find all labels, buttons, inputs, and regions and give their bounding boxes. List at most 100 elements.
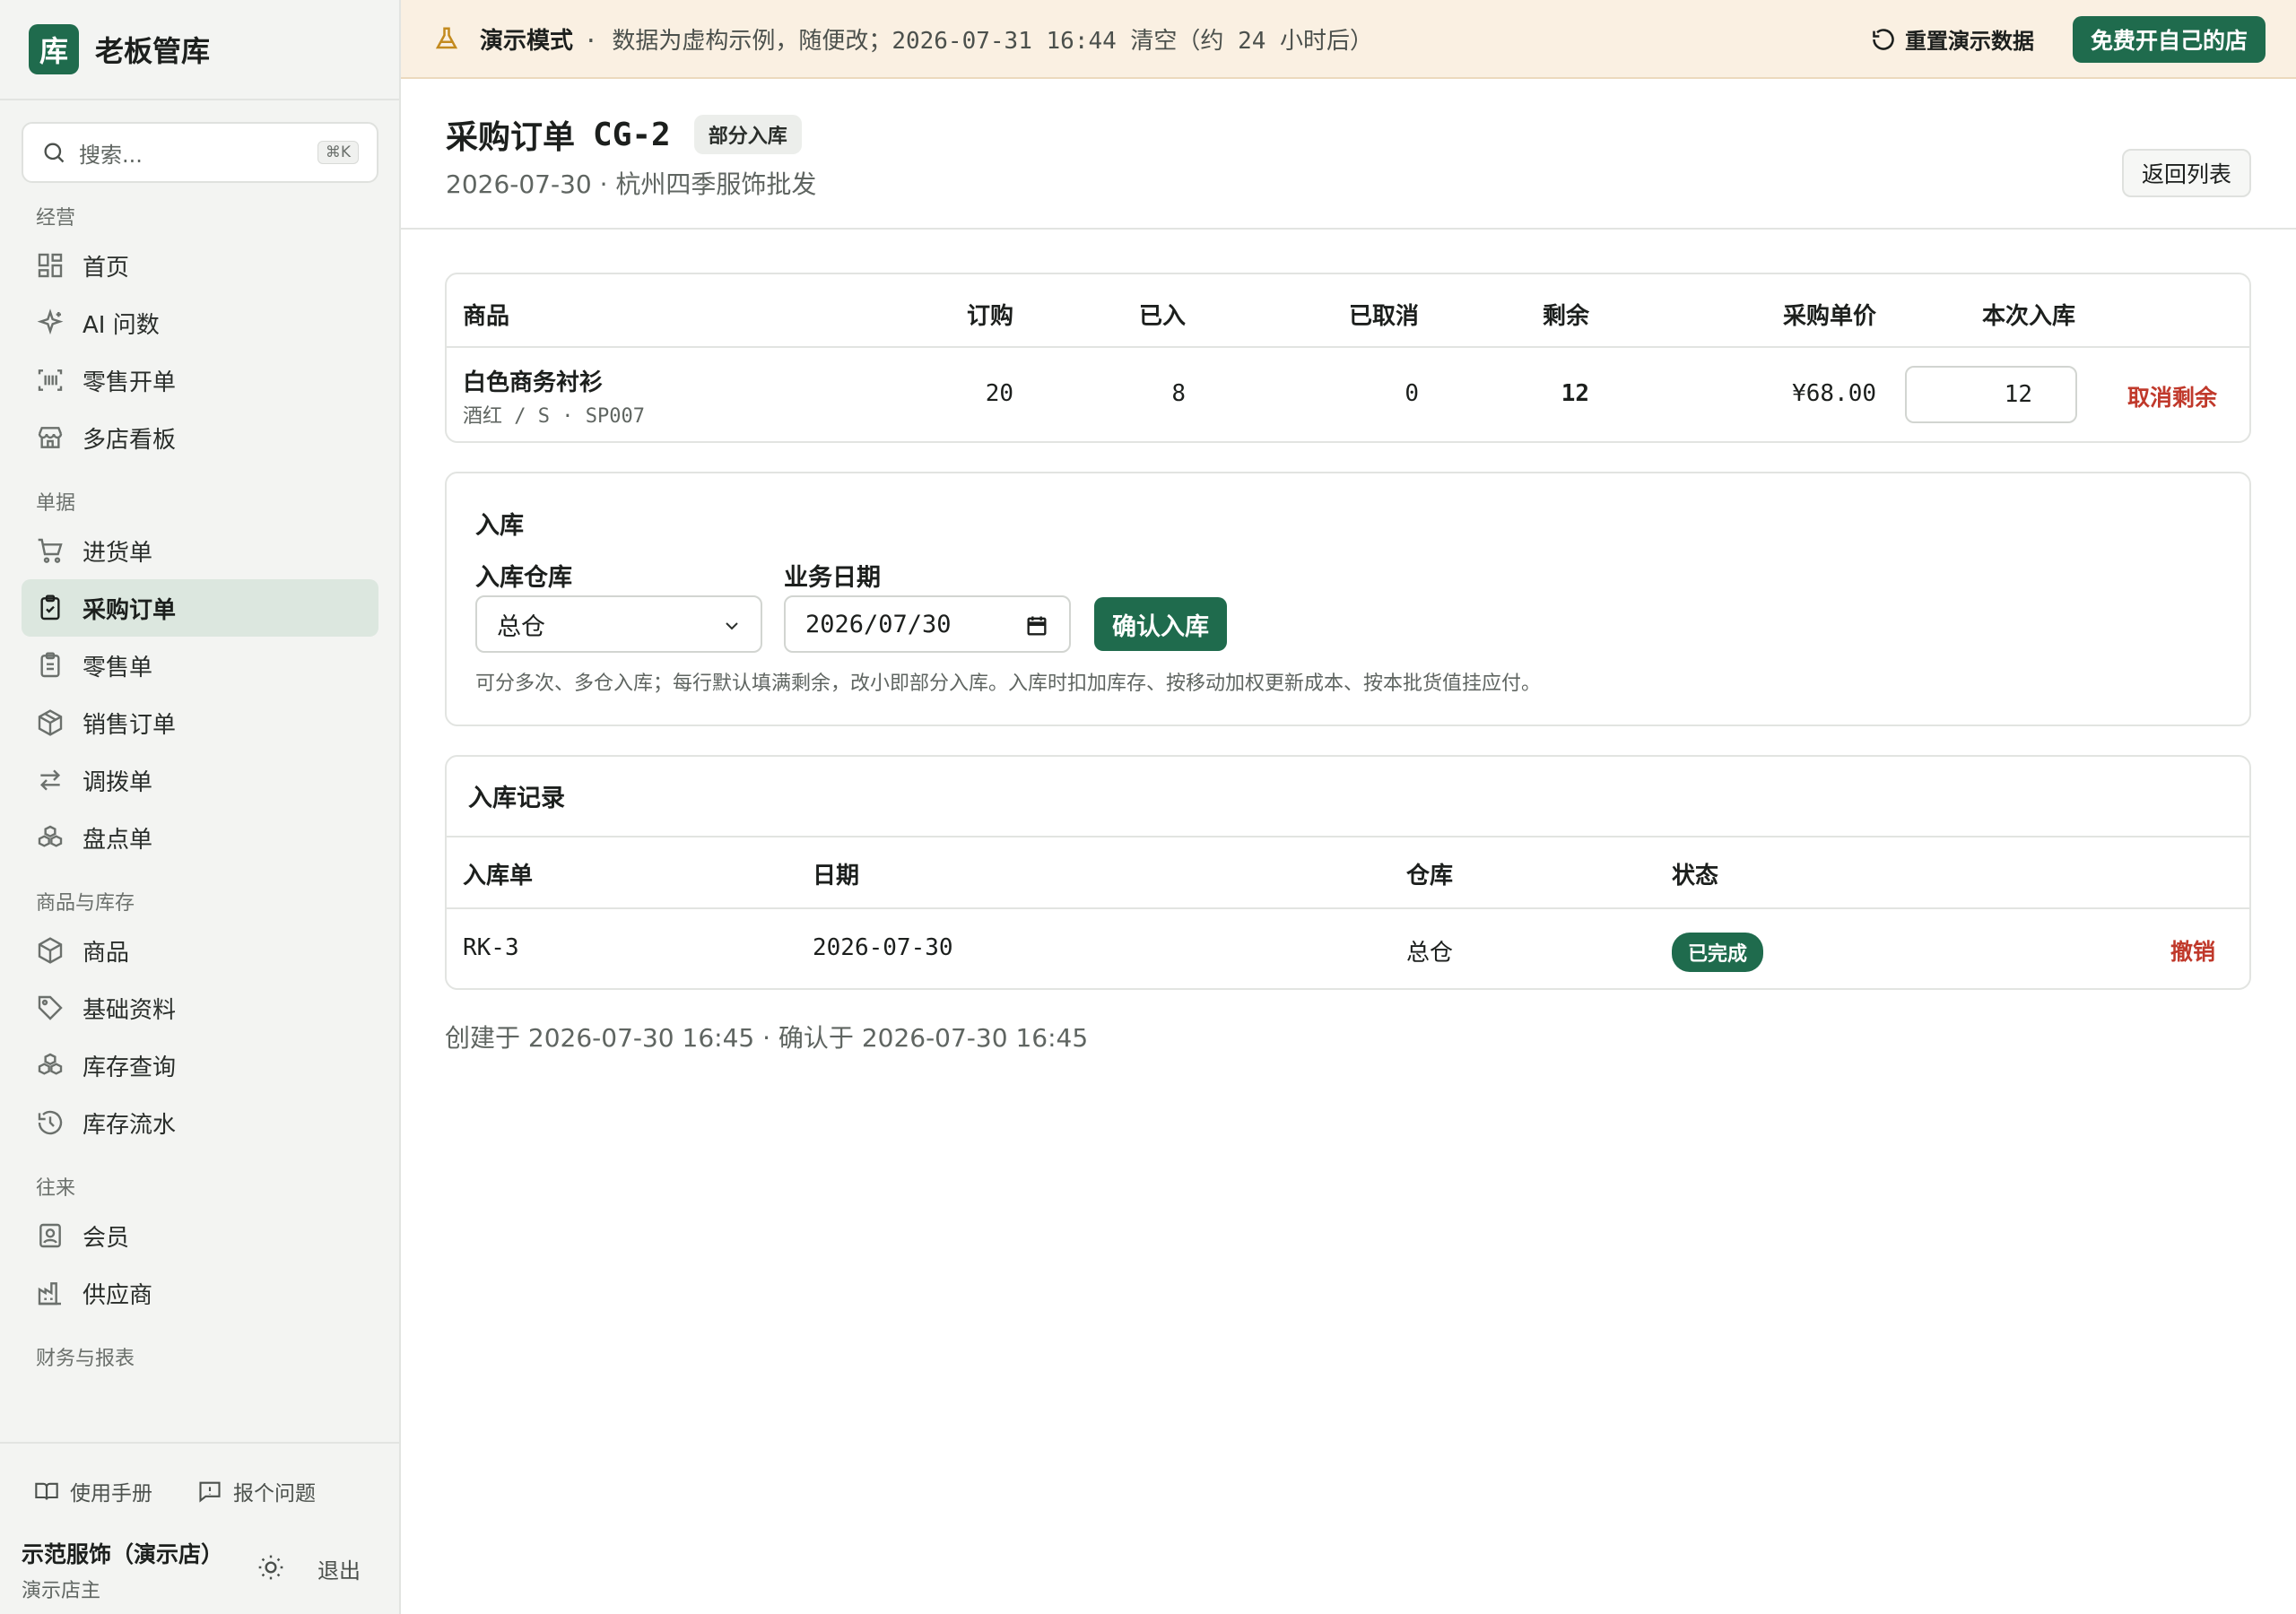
received-qty: 8 <box>1171 380 1186 407</box>
sidebar-item-stock-query[interactable]: 库存查询 <box>22 1037 378 1094</box>
nav-group-title: 财务与报表 <box>36 1348 135 1370</box>
table-divider <box>447 907 2249 909</box>
sidebar-item-stock-ledger[interactable]: 库存流水 <box>22 1094 378 1151</box>
sidebar-item-transfer[interactable]: 调拨单 <box>22 751 378 809</box>
sidebar-item-retail-pos[interactable]: 零售开单 <box>22 351 378 409</box>
user-name: 示范服饰（演示店） <box>22 1541 224 1567</box>
warehouse-value: 总仓 <box>497 612 545 641</box>
brand-logo: 库 <box>29 24 79 74</box>
sidebar-item-products[interactable]: 商品 <box>22 922 378 979</box>
factory-icon <box>38 1282 61 1306</box>
sidebar-item-stocktake[interactable]: 盘点单 <box>22 809 378 866</box>
sidebar-item-label: 采购订单 <box>83 596 177 624</box>
sidebar-item-purchase-order[interactable]: 采购订单 <box>22 579 378 637</box>
sidebar-nav: 经营 首页 AI 问数 零售开单 多店看板 单据 进货单 采购订单 零售单 销售… <box>22 201 378 1377</box>
banner-title: 演示模式 <box>480 27 574 55</box>
confirm-stock-in-button[interactable]: 确认入库 <box>1094 597 1227 651</box>
flask-icon <box>435 27 458 49</box>
unit-price: ¥68.00 <box>1792 380 1876 407</box>
sidebar-item-label: 进货单 <box>83 539 153 567</box>
sidebar-item-home[interactable]: 首页 <box>22 237 378 294</box>
column-header: 商品 <box>463 303 510 330</box>
stock-in-records-card: 入库记录 入库单 日期 仓库 状态 RK-3 2026-07-30 总仓 已完成… <box>445 755 2251 990</box>
page-title-text: 采购订单 <box>446 119 576 156</box>
search-input[interactable]: 搜索... ⌘K <box>22 122 378 183</box>
nav-group-title: 商品与库存 <box>36 892 135 915</box>
sidebar-item-retail-order[interactable]: 零售单 <box>22 637 378 694</box>
brand[interactable]: 库 老板管库 <box>0 0 399 100</box>
receive-qty-input[interactable]: 12 <box>1905 366 2077 423</box>
sidebar-item-master-data[interactable]: 基础资料 <box>22 979 378 1037</box>
column-header: 已取消 <box>1348 303 1419 330</box>
sidebar-item-label: 库存流水 <box>83 1111 177 1139</box>
demo-banner: 演示模式 · 数据为虚构示例，随便改；2026-07-31 16:44 清空（约… <box>401 0 2296 79</box>
package-icon <box>38 709 63 736</box>
order-lines-card: 商品 订购 已入 已取消 剩余 采购单价 本次入库 白色商务衬衫 酒红 / S … <box>445 273 2251 443</box>
message-alert-icon <box>199 1481 221 1503</box>
warehouse-select[interactable]: 总仓 <box>475 595 762 653</box>
search-icon <box>44 143 65 163</box>
column-header: 仓库 <box>1406 863 1454 889</box>
sidebar-item-label: 零售单 <box>83 654 153 681</box>
box-icon <box>38 937 63 964</box>
remaining-qty: 12 <box>1561 380 1589 407</box>
sidebar-item-label: 供应商 <box>83 1281 153 1309</box>
warehouse-label: 入库仓库 <box>475 564 572 592</box>
calendar-icon[interactable] <box>1024 613 1049 638</box>
order-code: CG-2 <box>593 116 671 153</box>
sidebar-item-sales-order[interactable]: 销售订单 <box>22 694 378 751</box>
search-shortcut: ⌘K <box>317 141 359 164</box>
receipt-icon <box>40 652 60 678</box>
reset-demo-button[interactable]: 重置演示数据 <box>1871 23 2034 55</box>
banner-text: · 数据为虚构示例，随便改；2026-07-31 16:44 清空（约 24 小… <box>584 27 1374 55</box>
back-to-list-button[interactable]: 返回列表 <box>2121 149 2251 197</box>
record-date: 2026-07-30 <box>813 934 953 961</box>
sun-icon[interactable] <box>257 1553 285 1582</box>
status-badge: 已完成 <box>1672 933 1764 972</box>
dashboard-icon <box>38 253 63 278</box>
report-issue-link[interactable]: 报个问题 <box>197 1476 316 1506</box>
brand-name: 老板管库 <box>95 34 211 68</box>
manual-label: 使用手册 <box>70 1482 152 1506</box>
sidebar-item-ai[interactable]: AI 问数 <box>22 294 378 351</box>
section-title: 入库记录 <box>468 785 565 812</box>
sidebar-item-members[interactable]: 会员 <box>22 1207 378 1264</box>
nav-group-title: 单据 <box>36 492 76 515</box>
user-role: 演示店主 <box>22 1580 101 1602</box>
barcode-scan-icon <box>38 369 63 391</box>
date-label: 业务日期 <box>784 564 881 592</box>
ordered-qty: 20 <box>985 380 1013 407</box>
sidebar-item-purchase-in[interactable]: 进货单 <box>22 522 378 579</box>
column-header: 本次入库 <box>1981 303 2075 330</box>
sidebar-item-label: 销售订单 <box>83 711 177 739</box>
search-placeholder: 搜索... <box>79 142 143 168</box>
manual-link[interactable]: 使用手册 <box>34 1476 152 1506</box>
business-date-input[interactable]: 2026/07/30 <box>784 595 1071 653</box>
sidebar-footer: 使用手册 报个问题 示范服饰（演示店） 演示店主 退出 <box>0 1442 399 1614</box>
sidebar-item-multi-store[interactable]: 多店看板 <box>22 409 378 466</box>
revoke-button[interactable]: 撤销 <box>2170 934 2215 967</box>
sidebar-item-suppliers[interactable]: 供应商 <box>22 1264 378 1322</box>
stack-icon <box>38 1053 63 1075</box>
page-title: 采购订单 CG-2 部分入库 <box>446 111 802 158</box>
refresh-icon <box>1873 28 1894 50</box>
sidebar-item-label: 首页 <box>83 254 130 282</box>
open-store-button[interactable]: 免费开自己的店 <box>2072 16 2266 63</box>
book-icon <box>35 1482 58 1500</box>
history-icon <box>38 1110 63 1135</box>
page-header: 采购订单 CG-2 部分入库 2026-07-30 · 杭州四季服饰批发 返回列… <box>401 81 2296 230</box>
column-header: 剩余 <box>1542 303 1589 330</box>
sidebar-item-label: 会员 <box>83 1224 130 1252</box>
sidebar-item-label: 盘点单 <box>83 826 153 854</box>
logout-button[interactable]: 退出 <box>317 1553 361 1584</box>
nav-group-title: 经营 <box>36 207 76 230</box>
tag-icon <box>38 995 63 1020</box>
product-name: 白色商务衬衫 <box>463 369 604 396</box>
clipboard-check-icon <box>40 594 60 620</box>
cancelled-qty: 0 <box>1405 380 1419 407</box>
cancel-remaining-button[interactable]: 取消剩余 <box>2127 380 2217 412</box>
status-badge: 部分入库 <box>693 115 802 154</box>
sidebar: 库 老板管库 搜索... ⌘K 经营 首页 AI 问数 零售开单 多店看板 单据… <box>0 0 401 1614</box>
record-code[interactable]: RK-3 <box>463 934 519 961</box>
store-icon <box>38 427 63 448</box>
